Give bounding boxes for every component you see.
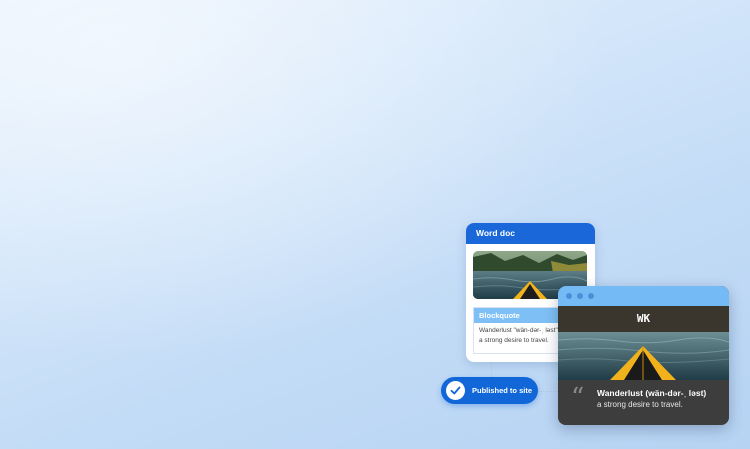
window-dot-icon — [577, 293, 583, 299]
published-to-site-badge[interactable]: Published to site — [441, 377, 538, 404]
website-preview-window: WK “ Wanderlust (wän-dər-ˌ lәst) a stron… — [558, 286, 729, 425]
quote-title: Wanderlust (wän-dər-ˌ lәst) — [597, 388, 707, 398]
window-dot-icon — [588, 293, 594, 299]
quote-mark-icon: “ — [571, 383, 585, 413]
checkmark-icon — [446, 381, 465, 400]
quote-subtitle: a strong desire to travel. — [597, 400, 683, 409]
published-label: Published to site — [472, 386, 533, 395]
site-logo: WK — [558, 306, 729, 332]
kayak-photo-icon — [558, 332, 729, 380]
site-hero-image — [558, 332, 729, 380]
site-blockquote: “ Wanderlust (wän-dər-ˌ lәst) a strong d… — [558, 380, 729, 425]
connector-line-vertical — [491, 362, 492, 377]
browser-title-bar — [558, 286, 729, 306]
connector-line-horizontal — [538, 391, 558, 392]
word-doc-title: Word doc — [466, 223, 595, 244]
window-dot-icon — [566, 293, 572, 299]
